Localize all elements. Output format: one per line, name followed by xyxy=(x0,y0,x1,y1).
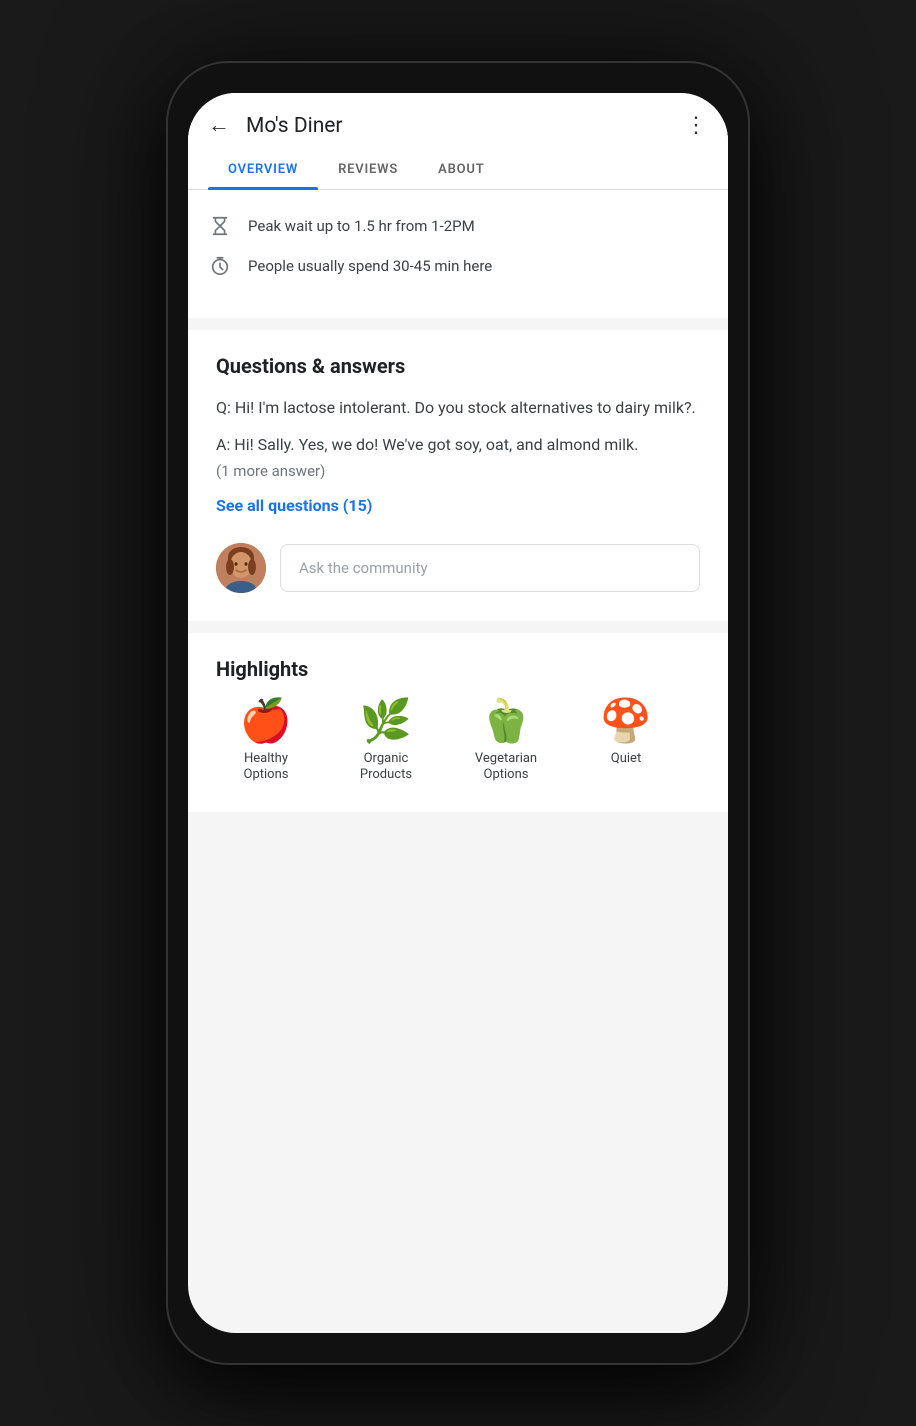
highlights-grid: 🍎 HealthyOptions 🌿 OrganicProducts 🫑 Veg… xyxy=(216,701,700,785)
qa-section: Questions & answers Q: Hi! I'm lactose i… xyxy=(188,330,728,621)
qa-answer: A: Hi! Sally. Yes, we do! We've got soy,… xyxy=(216,433,700,458)
info-section: Peak wait up to 1.5 hr from 1-2PM People… xyxy=(188,190,728,302)
wait-time-text: Peak wait up to 1.5 hr from 1-2PM xyxy=(248,217,475,235)
highlight-healthy: 🍎 HealthyOptions xyxy=(216,701,316,785)
vegetarian-icon: 🫑 xyxy=(480,701,532,743)
qa-question: Q: Hi! I'm lactose intolerant. Do you st… xyxy=(216,396,700,421)
highlight-vegetarian: 🫑 VegetarianOptions xyxy=(456,701,556,785)
highlight-organic: 🌿 OrganicProducts xyxy=(336,701,436,785)
tab-overview[interactable]: OVERVIEW xyxy=(208,150,318,189)
tab-about[interactable]: ABOUT xyxy=(418,150,504,189)
ask-community-input[interactable]: Ask the community xyxy=(280,544,700,592)
time-spent-text: People usually spend 30-45 min here xyxy=(248,257,492,275)
highlights-title: Highlights xyxy=(216,657,700,681)
organic-label: OrganicProducts xyxy=(360,751,412,785)
wait-time-row: Peak wait up to 1.5 hr from 1-2PM xyxy=(208,206,708,246)
healthy-label: HealthyOptions xyxy=(244,751,289,785)
tab-reviews[interactable]: REVIEWS xyxy=(318,150,418,189)
ask-community-row: Ask the community xyxy=(216,543,700,593)
quiet-icon: 🍄 xyxy=(600,701,652,743)
highlight-quiet: 🍄 Quiet xyxy=(576,701,676,768)
see-all-questions-link[interactable]: See all questions (15) xyxy=(216,496,372,515)
timer-icon xyxy=(208,254,232,278)
qa-title: Questions & answers xyxy=(216,354,700,378)
highlights-section: Highlights 🍎 HealthyOptions 🌿 OrganicPro… xyxy=(188,633,728,813)
qa-more-answers: (1 more answer) xyxy=(216,462,700,480)
place-title: Mo's Diner xyxy=(246,114,685,138)
more-options-button[interactable]: ⋮ xyxy=(685,113,708,138)
app-header: ← Mo's Diner ⋮ xyxy=(188,93,728,150)
back-button[interactable]: ← xyxy=(208,115,230,137)
hourglass-icon xyxy=(208,214,232,238)
tab-bar: OVERVIEW REVIEWS ABOUT xyxy=(188,150,728,190)
organic-icon: 🌿 xyxy=(360,701,412,743)
time-spent-row: People usually spend 30-45 min here xyxy=(208,246,708,286)
vegetarian-label: VegetarianOptions xyxy=(475,751,537,785)
quiet-label: Quiet xyxy=(611,751,641,768)
user-avatar xyxy=(216,543,266,593)
healthy-icon: 🍎 xyxy=(240,701,292,743)
